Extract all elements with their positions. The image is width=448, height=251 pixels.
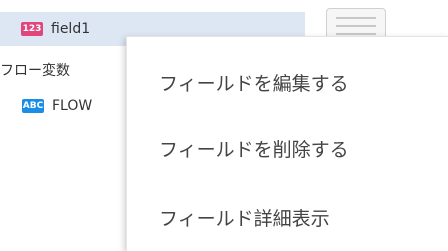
menu-item-edit-field[interactable]: フィールドを編集する <box>127 62 448 102</box>
menu-item-delete-field[interactable]: フィールドを削除する <box>127 128 448 168</box>
text-type-icon: ABC <box>22 99 44 113</box>
flow-variables-heading: フロー変数 <box>0 63 70 79</box>
context-menu: フィールドを編集する フィールドを削除する フィールド詳細表示 <box>126 36 448 251</box>
menu-item-field-details[interactable]: フィールド詳細表示 <box>127 197 448 237</box>
flow-variable-label: FLOW <box>52 98 93 114</box>
field-name-label: field1 <box>51 21 91 37</box>
number-type-icon: 123 <box>21 22 43 36</box>
tree-item-flow[interactable]: ABC FLOW <box>0 94 92 118</box>
